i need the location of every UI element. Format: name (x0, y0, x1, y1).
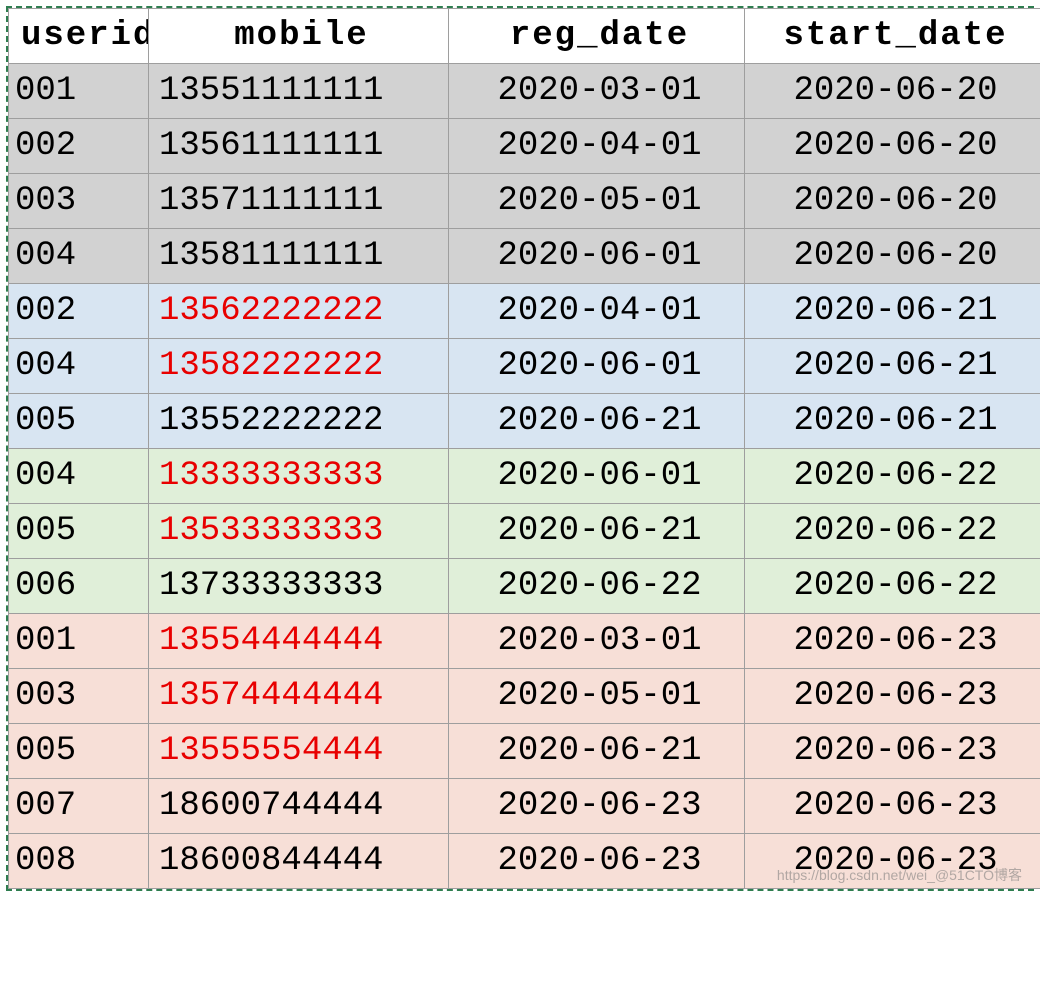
cell-userid: 003 (9, 669, 149, 724)
cell-regdate: 2020-06-01 (449, 229, 745, 284)
table-row: 001135544444442020-03-012020-06-23 (9, 614, 1040, 669)
table-row: 004135811111112020-06-012020-06-20 (9, 229, 1040, 284)
cell-mobile: 13562222222 (149, 284, 449, 339)
table-row: 005135333333332020-06-212020-06-22 (9, 504, 1040, 559)
cell-regdate: 2020-04-01 (449, 119, 745, 174)
cell-userid: 005 (9, 504, 149, 559)
cell-startdate: 2020-06-20 (745, 229, 1040, 284)
cell-startdate: 2020-06-21 (745, 284, 1040, 339)
table-row: 006137333333332020-06-222020-06-22 (9, 559, 1040, 614)
cell-mobile: 13581111111 (149, 229, 449, 284)
cell-startdate: 2020-06-22 (745, 504, 1040, 559)
cell-mobile: 13533333333 (149, 504, 449, 559)
cell-userid: 004 (9, 449, 149, 504)
cell-startdate: 2020-06-22 (745, 449, 1040, 504)
cell-userid: 004 (9, 339, 149, 394)
cell-mobile: 13561111111 (149, 119, 449, 174)
col-header-userid: userid (9, 9, 149, 64)
cell-userid: 005 (9, 394, 149, 449)
table-row: 002135622222222020-04-012020-06-21 (9, 284, 1040, 339)
cell-userid: 003 (9, 174, 149, 229)
table-row: 005135522222222020-06-212020-06-21 (9, 394, 1040, 449)
cell-regdate: 2020-06-21 (449, 394, 745, 449)
cell-mobile: 13554444444 (149, 614, 449, 669)
cell-startdate: 2020-06-23 (745, 779, 1040, 834)
cell-regdate: 2020-05-01 (449, 174, 745, 229)
cell-mobile: 13571111111 (149, 174, 449, 229)
table-row: 002135611111112020-04-012020-06-20 (9, 119, 1040, 174)
watermark-text: https://blog.csdn.net/wei_@51CTO博客 (777, 865, 1022, 885)
cell-startdate: 2020-06-21 (745, 339, 1040, 394)
cell-userid: 001 (9, 614, 149, 669)
cell-mobile: 18600844444 (149, 834, 449, 889)
cell-startdate: 2020-06-20 (745, 174, 1040, 229)
table-row: 003135711111112020-05-012020-06-20 (9, 174, 1040, 229)
cell-userid: 001 (9, 64, 149, 119)
cell-mobile: 13733333333 (149, 559, 449, 614)
cell-mobile: 13552222222 (149, 394, 449, 449)
cell-regdate: 2020-06-23 (449, 834, 745, 889)
cell-userid: 006 (9, 559, 149, 614)
data-table: userid mobile reg_date start_date 001135… (8, 8, 1040, 889)
cell-mobile: 13333333333 (149, 449, 449, 504)
table-row: 007186007444442020-06-232020-06-23 (9, 779, 1040, 834)
cell-regdate: 2020-06-01 (449, 339, 745, 394)
cell-regdate: 2020-06-22 (449, 559, 745, 614)
table-row: 004135822222222020-06-012020-06-21 (9, 339, 1040, 394)
col-header-regdate: reg_date (449, 9, 745, 64)
cell-regdate: 2020-05-01 (449, 669, 745, 724)
cell-startdate: 2020-06-20 (745, 64, 1040, 119)
cell-userid: 008 (9, 834, 149, 889)
cell-mobile: 13582222222 (149, 339, 449, 394)
cell-mobile: 13551111111 (149, 64, 449, 119)
cell-mobile: 18600744444 (149, 779, 449, 834)
cell-startdate: 2020-06-21 (745, 394, 1040, 449)
cell-mobile: 13555554444 (149, 724, 449, 779)
table-row: 003135744444442020-05-012020-06-23 (9, 669, 1040, 724)
cell-userid: 002 (9, 284, 149, 339)
cell-regdate: 2020-04-01 (449, 284, 745, 339)
cell-regdate: 2020-06-21 (449, 724, 745, 779)
table-row: 005135555544442020-06-212020-06-23 (9, 724, 1040, 779)
cell-regdate: 2020-06-21 (449, 504, 745, 559)
cell-regdate: 2020-06-01 (449, 449, 745, 504)
table-row: 004133333333332020-06-012020-06-22 (9, 449, 1040, 504)
cell-startdate: 2020-06-23 (745, 669, 1040, 724)
cell-userid: 007 (9, 779, 149, 834)
cell-userid: 004 (9, 229, 149, 284)
table-row: 001135511111112020-03-012020-06-20 (9, 64, 1040, 119)
cell-mobile: 13574444444 (149, 669, 449, 724)
col-header-mobile: mobile (149, 9, 449, 64)
cell-startdate: 2020-06-23 (745, 614, 1040, 669)
cell-startdate: 2020-06-23 (745, 724, 1040, 779)
table-header-row: userid mobile reg_date start_date (9, 9, 1040, 64)
cell-regdate: 2020-06-23 (449, 779, 745, 834)
cell-startdate: 2020-06-20 (745, 119, 1040, 174)
cell-regdate: 2020-03-01 (449, 614, 745, 669)
cell-userid: 002 (9, 119, 149, 174)
cell-userid: 005 (9, 724, 149, 779)
data-table-container: userid mobile reg_date start_date 001135… (6, 6, 1034, 891)
col-header-startdate: start_date (745, 9, 1040, 64)
cell-regdate: 2020-03-01 (449, 64, 745, 119)
cell-startdate: 2020-06-22 (745, 559, 1040, 614)
